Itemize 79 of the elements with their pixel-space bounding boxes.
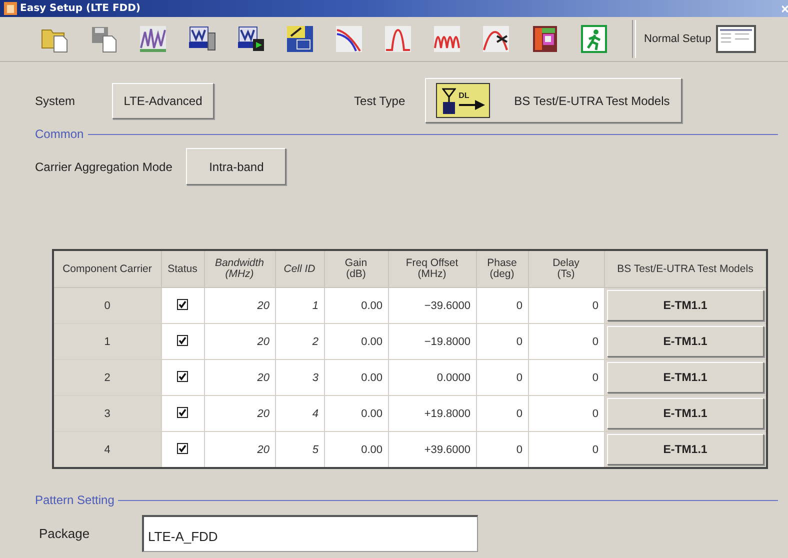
table-cell[interactable]: 0 <box>476 432 528 468</box>
column-header: Bandwidth (MHz) <box>204 250 275 288</box>
carrier-cell: 3 <box>53 396 161 432</box>
table-cell[interactable]: 0.00 <box>324 360 388 396</box>
system-button[interactable]: LTE-Advanced <box>112 82 214 118</box>
table-cell[interactable]: 20 <box>204 324 275 360</box>
table-cell[interactable]: 1 <box>275 288 324 324</box>
column-header: BS Test/E-UTRA Test Models <box>604 250 767 288</box>
column-header: Status <box>161 250 204 288</box>
section-title: Common <box>35 127 84 141</box>
antenna-base-station-icon <box>442 86 456 114</box>
test-model-button[interactable]: E-TM1.1 <box>606 326 764 357</box>
normal-setup-button[interactable]: Normal Setup <box>644 25 756 53</box>
downlink-label: DL <box>458 91 470 100</box>
table-cell[interactable]: 2 <box>275 324 324 360</box>
section-title: Pattern Setting <box>35 493 114 507</box>
table-cell[interactable]: 0.00 <box>324 396 388 432</box>
window-thumbnail-icon <box>716 25 756 53</box>
column-header: Gain (dB) <box>324 250 388 288</box>
monitor-play-icon[interactable] <box>236 24 266 54</box>
table-cell[interactable]: 4 <box>275 396 324 432</box>
table-cell[interactable]: +39.6000 <box>388 432 476 468</box>
table-cell[interactable]: 3 <box>275 360 324 396</box>
waveform-icon[interactable] <box>138 24 168 54</box>
checkbox[interactable] <box>177 334 188 346</box>
exit-icon[interactable] <box>578 24 608 54</box>
carrier-cell: 0 <box>53 288 161 324</box>
test-type-button[interactable]: DL BS Test/E-UTRA Test Models <box>425 78 682 123</box>
carrier-cell: 2 <box>53 360 161 396</box>
checkbox[interactable] <box>177 406 188 418</box>
table-cell[interactable]: 5 <box>275 432 324 468</box>
table-cell[interactable]: 0 <box>528 324 604 360</box>
table-cell[interactable]: 0 <box>528 288 604 324</box>
carrier-cell: 4 <box>53 432 161 468</box>
column-header: Freq Offset (MHz) <box>388 250 476 288</box>
app-icon <box>4 2 17 15</box>
column-header: Delay (Ts) <box>528 250 604 288</box>
checkbox[interactable] <box>177 370 188 382</box>
spectrum-icon[interactable] <box>382 24 412 54</box>
arrow-icon <box>458 100 485 110</box>
wand-icon[interactable] <box>284 24 314 54</box>
table-cell[interactable]: 0.0000 <box>388 360 476 396</box>
test-model-button[interactable]: E-TM1.1 <box>606 434 764 465</box>
checkbox[interactable] <box>177 298 188 310</box>
column-header: Component Carrier <box>53 250 161 288</box>
table-cell[interactable]: 20 <box>204 432 275 468</box>
carrier-aggregation-button[interactable]: Intra-band <box>186 148 286 185</box>
test-model-button[interactable]: E-TM1.1 <box>606 290 764 321</box>
test-type-label: Test Type <box>354 94 406 108</box>
table-cell[interactable]: 0.00 <box>324 288 388 324</box>
table-cell[interactable]: 0 <box>528 432 604 468</box>
table-cell[interactable]: −39.6000 <box>388 288 476 324</box>
system-label: System <box>35 94 76 108</box>
table-cell[interactable]: 0.00 <box>324 432 388 468</box>
column-header: Cell ID <box>275 250 324 288</box>
package-label: Package <box>38 526 91 541</box>
column-header: Phase (deg) <box>476 250 528 288</box>
package-field[interactable]: LTE-A_FDD <box>142 515 478 552</box>
table-cell[interactable]: 20 <box>204 288 275 324</box>
carrier-aggregation-label: Carrier Aggregation Mode <box>35 160 172 174</box>
carrier-cell: 1 <box>53 324 161 360</box>
table-cell[interactable]: 0 <box>476 324 528 360</box>
table-cell[interactable]: 0 <box>528 396 604 432</box>
ccdf-curve-icon[interactable] <box>334 24 364 54</box>
table-cell[interactable]: 20 <box>204 396 275 432</box>
test-model-button[interactable]: E-TM1.1 <box>606 362 764 393</box>
test-model-button[interactable]: E-TM1.1 <box>606 398 764 429</box>
scissors-curve-icon[interactable] <box>480 24 510 54</box>
table-cell[interactable]: +19.8000 <box>388 396 476 432</box>
time-domain-icon[interactable] <box>432 24 462 54</box>
table-cell[interactable]: −19.8000 <box>388 324 476 360</box>
window-title: Easy Setup (LTE FDD) <box>20 3 140 14</box>
table-cell[interactable]: 0 <box>476 288 528 324</box>
table-cell[interactable]: 0.00 <box>324 324 388 360</box>
checkbox[interactable] <box>177 442 188 454</box>
table-cell[interactable]: 0 <box>476 360 528 396</box>
table-cell[interactable]: 20 <box>204 360 275 396</box>
table-cell[interactable]: 0 <box>476 396 528 432</box>
table-cell[interactable]: 0 <box>528 360 604 396</box>
